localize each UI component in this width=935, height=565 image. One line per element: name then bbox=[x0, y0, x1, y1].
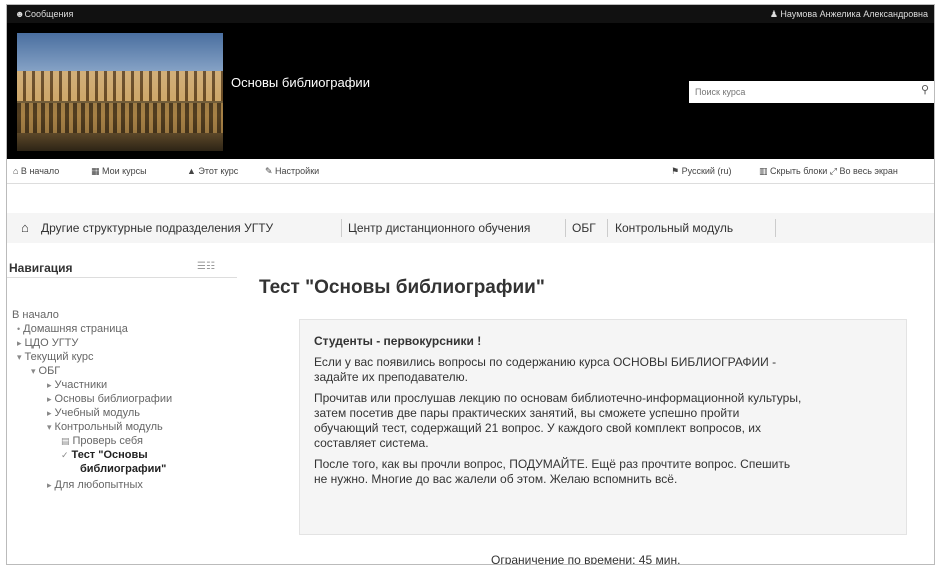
language-select[interactable]: ⚑ Русский (ru) bbox=[671, 166, 731, 177]
tree-item[interactable]: ▸ Участники bbox=[47, 379, 107, 391]
navigation-block: Навигация ☰☷ В начало • Домашняя страница… bbox=[7, 255, 237, 564]
breadcrumb-divider bbox=[341, 219, 342, 237]
site-logo-photo[interactable] bbox=[17, 33, 223, 151]
browser-viewport: ☻Сообщения ♟ Наумова Анжелика Александро… bbox=[6, 4, 935, 565]
intro-line: обучающий тест, содержащий 21 вопрос. У … bbox=[314, 421, 761, 435]
custom-menu-bar: ⌂ В начало ▦ Мои курсы ▲ Этот курс ✎ Нас… bbox=[7, 159, 934, 184]
breadcrumb-divider bbox=[775, 219, 776, 237]
user-menu[interactable]: ♟ Наумова Анжелика Александровна bbox=[770, 9, 928, 20]
breadcrumb-item[interactable]: Центр дистанционного обучения bbox=[348, 221, 530, 235]
intro-line: Если у вас появились вопросы по содержан… bbox=[314, 355, 777, 369]
intro-line: После того, как вы прочли вопрос, ПОДУМА… bbox=[314, 457, 791, 471]
tree-item[interactable]: ▾ ОБГ bbox=[31, 365, 60, 377]
tree-item[interactable]: ▾ Контрольный модуль bbox=[47, 421, 163, 433]
tree-item[interactable]: ▸ ЦДО УГТУ bbox=[17, 337, 78, 349]
messages-link[interactable]: ☻Сообщения bbox=[15, 9, 73, 19]
block-menu-icon[interactable]: ☰☷ bbox=[197, 261, 215, 272]
tree-item-active[interactable]: ✓ Тест "Основы bbox=[61, 449, 148, 461]
breadcrumb-item[interactable]: Другие структурные подразделения УГТУ bbox=[41, 221, 273, 235]
breadcrumb-item[interactable]: Контрольный модуль bbox=[615, 221, 733, 235]
breadcrumb: ⌂ Другие структурные подразделения УГТУ … bbox=[7, 213, 934, 243]
intro-heading: Студенты - первокурсники ! bbox=[314, 334, 482, 348]
top-bar: ☻Сообщения ♟ Наумова Анжелика Александро… bbox=[7, 5, 934, 23]
course-search-input[interactable] bbox=[689, 81, 934, 103]
breadcrumb-divider bbox=[607, 219, 608, 237]
tree-item[interactable]: ▸ Основы библиографии bbox=[47, 393, 172, 405]
home-icon[interactable]: ⌂ bbox=[21, 220, 29, 235]
block-title: Навигация bbox=[9, 261, 73, 275]
nav-this-course[interactable]: ▲ Этот курс bbox=[187, 166, 238, 176]
course-title[interactable]: Основы библиографии bbox=[231, 75, 370, 90]
intro-line: затем посетив две пары практических заня… bbox=[314, 406, 740, 420]
tree-item[interactable]: ▾ Текущий курс bbox=[17, 351, 94, 363]
time-limit: Ограничение по времени: 45 мин. bbox=[491, 553, 681, 565]
tree-item[interactable]: ▸ Учебный модуль bbox=[47, 407, 140, 419]
nav-settings[interactable]: ✎ Настройки bbox=[265, 166, 319, 177]
intro-line: Прочитав или прослушав лекцию по основам… bbox=[314, 391, 802, 405]
tree-item[interactable]: В начало bbox=[9, 309, 59, 321]
tree-item-active[interactable]: библиографии" bbox=[77, 463, 166, 475]
intro-line: задайте их преподавателю. bbox=[314, 370, 469, 384]
intro-line: составляет система. bbox=[314, 436, 429, 450]
divider bbox=[7, 277, 237, 278]
breadcrumb-item[interactable]: ОБГ bbox=[572, 221, 596, 235]
intro-line: не нужно. Многие до вас жалели об этом. … bbox=[314, 472, 678, 486]
tree-item[interactable]: ▤ Проверь себя bbox=[61, 435, 143, 447]
quiz-intro-box: Студенты - первокурсники ! Если у вас по… bbox=[299, 319, 907, 535]
nav-home[interactable]: ⌂ В начало bbox=[13, 166, 59, 176]
breadcrumb-divider bbox=[565, 219, 566, 237]
search-icon[interactable]: ⚲ bbox=[921, 85, 931, 96]
nav-block-controls[interactable]: ▥ Скрыть блоки ⤢ Во весь экран bbox=[759, 166, 898, 177]
tree-item[interactable]: • Домашняя страница bbox=[17, 323, 128, 335]
tree-item[interactable]: ▸ Для любопытных bbox=[47, 479, 143, 491]
nav-my-courses[interactable]: ▦ Мои курсы bbox=[91, 166, 147, 177]
site-header: Основы библиографии ⚲ bbox=[7, 23, 934, 159]
page-title: Тест "Основы библиографии" bbox=[259, 277, 545, 298]
